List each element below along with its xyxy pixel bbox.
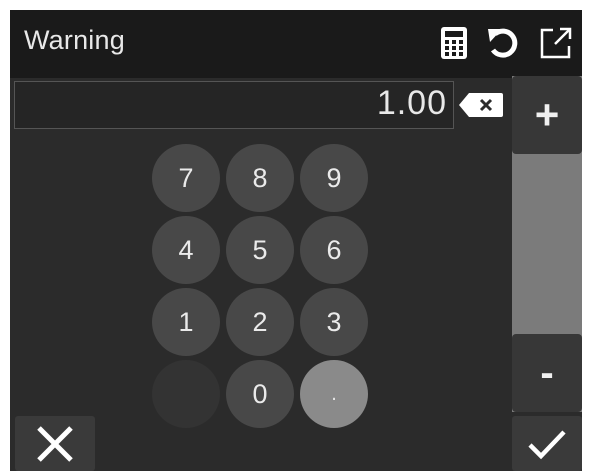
increment-button[interactable]: + [512, 76, 582, 154]
key-9[interactable]: 9 [300, 144, 368, 212]
confirm-button[interactable] [512, 416, 582, 471]
key-3[interactable]: 3 [300, 288, 368, 356]
external-link-icon[interactable] [537, 24, 575, 62]
plus-label: + [534, 91, 560, 138]
key-decimal[interactable]: . [300, 360, 368, 428]
cancel-button[interactable] [15, 416, 95, 471]
key-2[interactable]: 2 [226, 288, 294, 356]
calculator-icon[interactable] [435, 24, 473, 62]
key-5[interactable]: 5 [226, 216, 294, 284]
decrement-button[interactable]: - [512, 334, 582, 412]
key-4[interactable]: 4 [152, 216, 220, 284]
key-1[interactable]: 1 [152, 288, 220, 356]
value-text: 1.00 [376, 84, 447, 122]
backspace-icon [459, 93, 503, 117]
key-6[interactable]: 6 [300, 216, 368, 284]
value-input[interactable]: 1.00 [14, 81, 454, 129]
title-bar: Warning [10, 10, 582, 78]
minus-label: - [540, 350, 554, 395]
dialog-title: Warning [24, 25, 125, 55]
checkmark-icon [528, 429, 566, 459]
key-0[interactable]: 0 [226, 360, 294, 428]
key-7[interactable]: 7 [152, 144, 220, 212]
undo-icon[interactable] [484, 24, 522, 62]
key-blank [152, 360, 220, 428]
numeric-entry-dialog: Warning 1.00 + - 7 8 9 4 5 6 1 2 3 0 . [10, 10, 582, 471]
key-8[interactable]: 8 [226, 144, 294, 212]
close-icon [37, 425, 73, 462]
backspace-button[interactable] [455, 81, 507, 129]
